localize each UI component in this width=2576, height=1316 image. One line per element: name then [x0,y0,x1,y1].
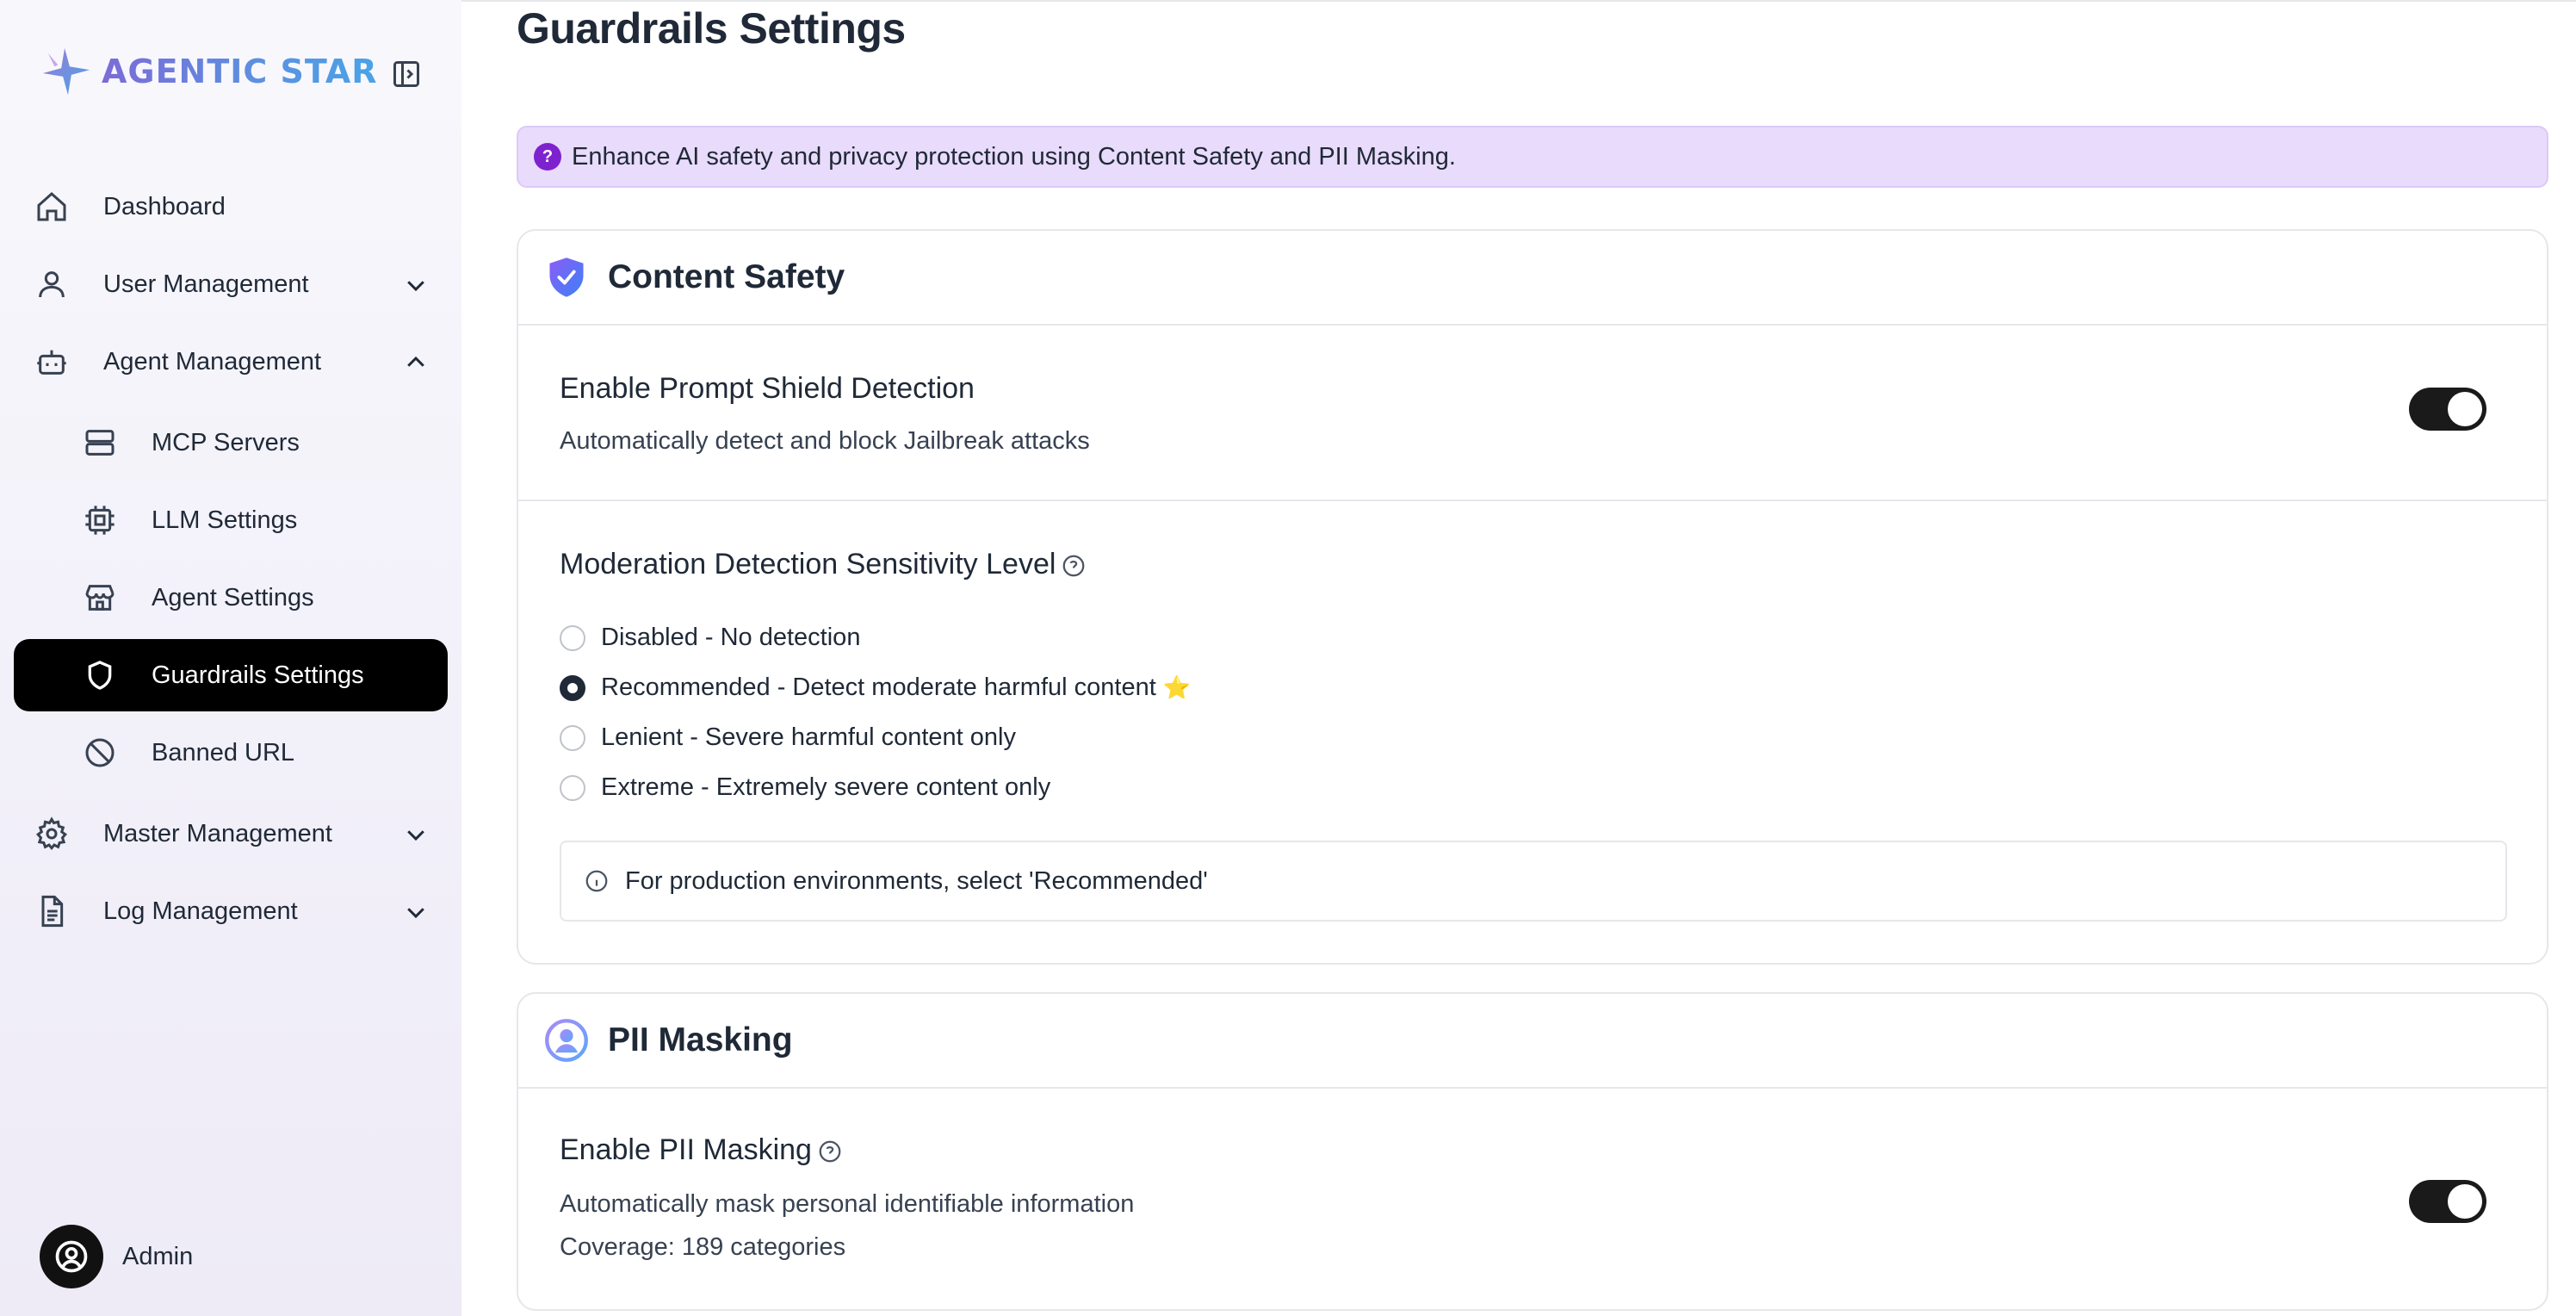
sidebar-item-label: Guardrails Settings [152,661,364,689]
sidebar-item-agent-management[interactable]: Agent Management [14,326,448,398]
sidebar-item-user-management[interactable]: User Management [14,248,448,320]
moderation-option-lenient[interactable]: Lenient - Severe harmful content only [560,723,1016,752]
ban-icon [85,738,115,767]
sidebar-item-mcp-servers[interactable]: MCP Servers [14,407,448,479]
sidebar-item-banned-url[interactable]: Banned URL [14,717,448,789]
option-label: Recommended - Detect moderate harmful co… [601,674,1156,701]
radio-button[interactable] [560,724,585,751]
moderation-option-extreme[interactable]: Extreme - Extremely severe content only [560,773,1050,802]
sidebar-item-label: Agent Settings [152,584,314,611]
sidebar-item-guardrails-settings[interactable]: Guardrails Settings [14,639,448,711]
user-circle-icon [55,1240,88,1273]
robot-icon [37,350,66,375]
pii-masking-toggle[interactable] [2409,1180,2486,1223]
store-icon [85,585,115,611]
option-label: Lenient - Severe harmful content only [601,723,1016,751]
chevron-down-icon[interactable] [403,822,429,847]
sidebar-item-label: User Management [103,270,309,298]
sidebar-item-label: Master Management [103,820,332,847]
server-icon [85,430,115,456]
sidebar-item-master-management[interactable]: Master Management [14,798,448,870]
top-divider [461,0,2576,2]
help-circle-icon[interactable] [817,1139,843,1164]
sidebar-item-dashboard[interactable]: Dashboard [14,171,448,243]
star-icon: ⭐ [1162,674,1192,700]
note-text: For production environments, select 'Rec… [625,866,1208,895]
page-title: Guardrails Settings [517,4,906,53]
card-header: PII Masking [518,994,2547,1089]
moderation-title: Moderation Detection Sensitivity Level [560,548,1087,581]
info-icon [585,870,608,892]
card-title: PII Masking [608,1021,793,1058]
chevron-down-icon[interactable] [403,272,429,298]
radio-button[interactable] [560,624,585,651]
sidebar-collapse-icon[interactable] [391,59,422,90]
moderation-option-disabled[interactable]: Disabled - No detection [560,624,860,652]
pii-coverage: Coverage: 189 categories [560,1233,846,1261]
shield-icon [88,661,112,690]
help-circle-icon[interactable] [1061,553,1087,579]
moderation-option-recommended[interactable]: Recommended - Detect moderate harmful co… [560,674,1191,702]
toggle-knob [2448,392,2482,426]
star-logo-icon [42,47,90,96]
sidebar-item-label: Banned URL [152,739,295,767]
document-icon [41,895,64,928]
option-label: Extreme - Extremely severe content only [601,773,1051,801]
pii-description: Automatically mask personal identifiable… [560,1190,1135,1218]
sidebar: AGENTIC STAR Dashboard User Management A… [0,0,461,1316]
radio-button-checked[interactable] [560,674,585,701]
user-circle-icon [545,1019,588,1062]
moderation-note: For production environments, select 'Rec… [560,841,2507,922]
prompt-shield-description: Automatically detect and block Jailbreak… [560,427,1090,455]
banner-text: Enhance AI safety and privacy protection… [572,142,1456,171]
sidebar-item-label: LLM Settings [152,506,298,534]
option-label: Disabled - No detection [601,624,861,651]
pii-enable-title-text: Enable PII Masking [560,1133,812,1166]
user-menu[interactable]: Admin [40,1225,193,1288]
toggle-knob [2448,1184,2482,1219]
pii-enable-title: Enable PII Masking [560,1133,843,1167]
chevron-down-icon[interactable] [403,899,429,925]
sidebar-item-label: Log Management [103,897,298,925]
prompt-shield-title: Enable Prompt Shield Detection [560,372,975,405]
shield-check-icon [549,258,584,297]
cpu-icon [85,506,115,535]
chevron-up-icon[interactable] [403,350,429,376]
user-name: Admin [122,1242,194,1270]
sidebar-item-log-management[interactable]: Log Management [14,875,448,947]
moderation-title-text: Moderation Detection Sensitivity Level [560,548,1056,580]
card-title: Content Safety [608,258,845,295]
info-banner: ? Enhance AI safety and privacy protecti… [517,126,2548,188]
avatar [40,1225,103,1288]
gear-icon [35,816,68,851]
sidebar-item-label: MCP Servers [152,429,300,456]
brand-logo[interactable]: AGENTIC STAR [40,45,378,98]
brand-name: AGENTIC STAR [102,53,378,90]
content-safety-card: Content Safety Enable Prompt Shield Dete… [517,229,2548,965]
card-header: Content Safety [518,231,2547,326]
question-icon: ? [534,143,561,171]
home-icon [37,191,66,221]
pii-masking-card: PII Masking Enable PII Masking Automatic… [517,992,2548,1311]
prompt-shield-toggle[interactable] [2409,388,2486,431]
radio-button[interactable] [560,774,585,801]
sidebar-item-agent-settings[interactable]: Agent Settings [14,562,448,634]
sidebar-item-label: Agent Management [103,348,322,376]
user-icon [39,271,65,298]
prompt-shield-row: Enable Prompt Shield Detection Automatic… [518,326,2547,501]
sidebar-item-label: Dashboard [103,193,226,220]
sidebar-item-llm-settings[interactable]: LLM Settings [14,484,448,556]
